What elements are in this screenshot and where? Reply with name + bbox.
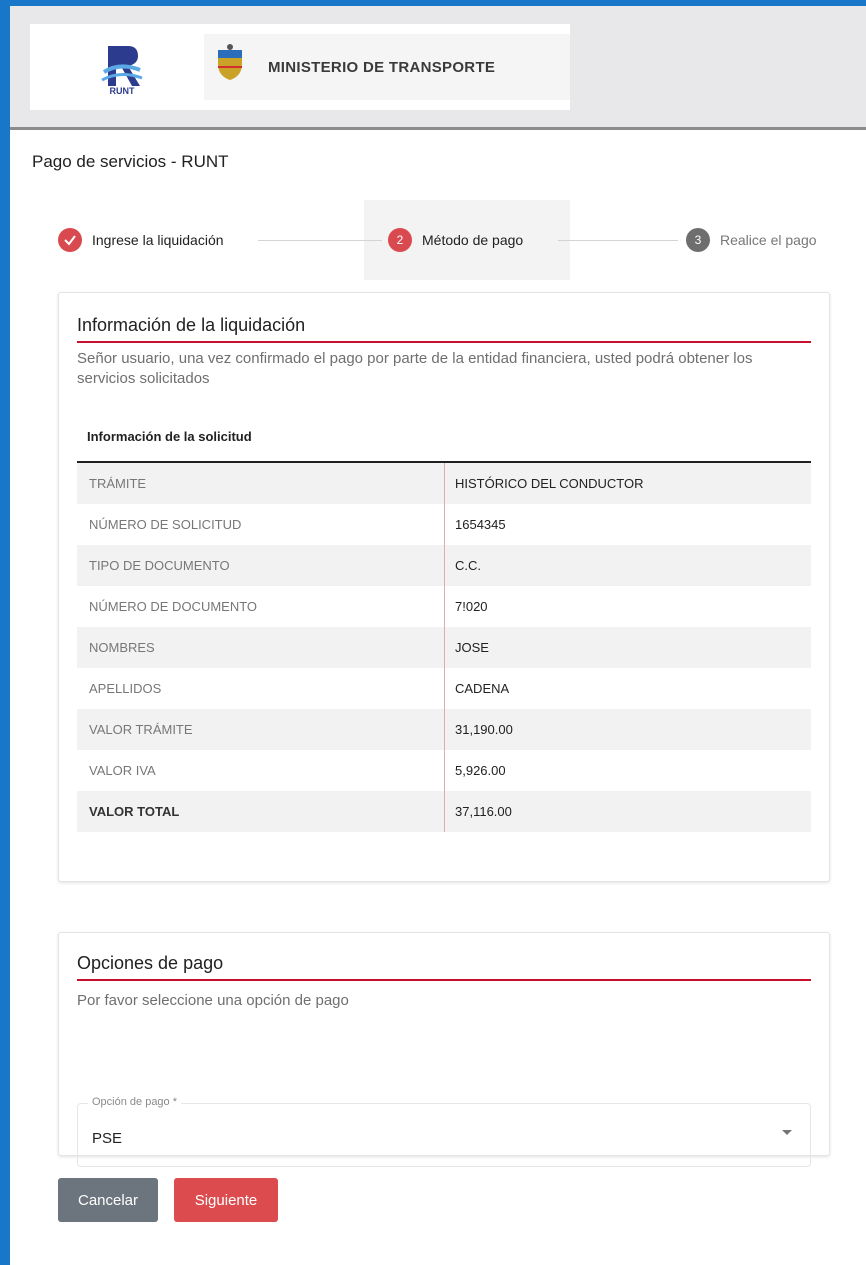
next-button[interactable]: Siguiente	[174, 1178, 278, 1222]
step-label: Método de pago	[422, 232, 524, 248]
row-label: APELLIDOS	[77, 668, 445, 709]
table-row: TRÁMITE HISTÓRICO DEL CONDUCTOR	[77, 463, 811, 504]
check-icon	[58, 228, 82, 252]
table-row: VALOR TRÁMITE 31,190.00	[77, 709, 811, 750]
step-number: 2	[388, 228, 412, 252]
row-value: 5,926.00	[455, 763, 506, 778]
logo-banner: RUNT MINISTERIO DE TRANSPORTE	[30, 24, 570, 110]
row-label: NOMBRES	[77, 627, 445, 668]
step-ingrese-liquidacion[interactable]: Ingrese la liquidación	[58, 228, 224, 252]
coat-of-arms-icon	[218, 44, 242, 80]
table-row: NÚMERO DE DOCUMENTO 7!020	[77, 586, 811, 627]
select-value: PSE	[92, 1130, 123, 1147]
row-value: JOSE	[455, 640, 489, 655]
page-header: RUNT MINISTERIO DE TRANSPORTE	[10, 6, 866, 130]
row-label: VALOR TRÁMITE	[77, 709, 445, 750]
row-value: 7!020	[455, 599, 488, 614]
row-label: VALOR IVA	[77, 750, 445, 791]
table-title: Información de la solicitud	[87, 429, 252, 444]
table-row-total: VALOR TOTAL 37,116.00	[77, 791, 811, 832]
row-value: C.C.	[455, 558, 481, 573]
step-metodo-pago[interactable]: 2 Método de pago	[388, 228, 523, 252]
payment-option-select[interactable]: Opción de pago * PSE	[77, 1096, 811, 1167]
card-title: Información de la liquidación	[77, 315, 306, 335]
row-label: NÚMERO DE SOLICITUD	[77, 504, 445, 545]
liquidacion-card: Información de la liquidación Señor usua…	[58, 292, 830, 882]
row-value: 31,190.00	[455, 722, 513, 737]
row-value: 37,116.00	[455, 804, 512, 819]
step-connector	[558, 240, 678, 241]
page-title: Pago de servicios - RUNT	[32, 152, 229, 171]
select-label: Opción de pago *	[88, 1096, 182, 1108]
ministry-name: MINISTERIO DE TRANSPORTE	[268, 59, 496, 76]
step-label: Realice el pago	[720, 232, 817, 248]
row-label: TRÁMITE	[77, 463, 445, 504]
table-row: VALOR IVA 5,926.00	[77, 750, 811, 791]
row-label: VALOR TOTAL	[77, 791, 445, 832]
row-value: 1654345	[455, 517, 506, 532]
table-row: APELLIDOS CADENA	[77, 668, 811, 709]
dropdown-arrow-icon[interactable]	[782, 1130, 792, 1135]
step-realice-pago[interactable]: 3 Realice el pago	[686, 228, 817, 252]
stepper: Ingrese la liquidación 2 Método de pago …	[58, 200, 848, 280]
ministry-banner: MINISTERIO DE TRANSPORTE	[204, 34, 570, 100]
step-label: Ingrese la liquidación	[92, 232, 224, 248]
card-description: Por favor seleccione una opción de pago	[77, 992, 349, 1009]
card-divider	[77, 341, 811, 343]
cancel-button[interactable]: Cancelar	[58, 1178, 158, 1222]
window-frame-left	[0, 0, 10, 1265]
step-connector	[258, 240, 382, 241]
table-row: NOMBRES JOSE	[77, 627, 811, 668]
table-row: NÚMERO DE SOLICITUD 1654345	[77, 504, 811, 545]
table-row: TIPO DE DOCUMENTO C.C.	[77, 545, 811, 586]
card-divider	[77, 979, 811, 981]
card-title: Opciones de pago	[77, 953, 224, 973]
solicitud-table: TRÁMITE HISTÓRICO DEL CONDUCTOR NÚMERO D…	[77, 461, 811, 832]
step-number: 3	[686, 228, 710, 252]
row-value: CADENA	[455, 681, 510, 696]
row-label: NÚMERO DE DOCUMENTO	[77, 586, 445, 627]
runt-logo-text: RUNT	[109, 86, 135, 96]
row-value: HISTÓRICO DEL CONDUCTOR	[455, 476, 644, 491]
row-label: TIPO DE DOCUMENTO	[77, 545, 445, 586]
card-description: Señor usuario, una vez confirmado el pag…	[77, 350, 753, 387]
opciones-pago-card: Opciones de pago Por favor seleccione un…	[58, 932, 830, 1167]
